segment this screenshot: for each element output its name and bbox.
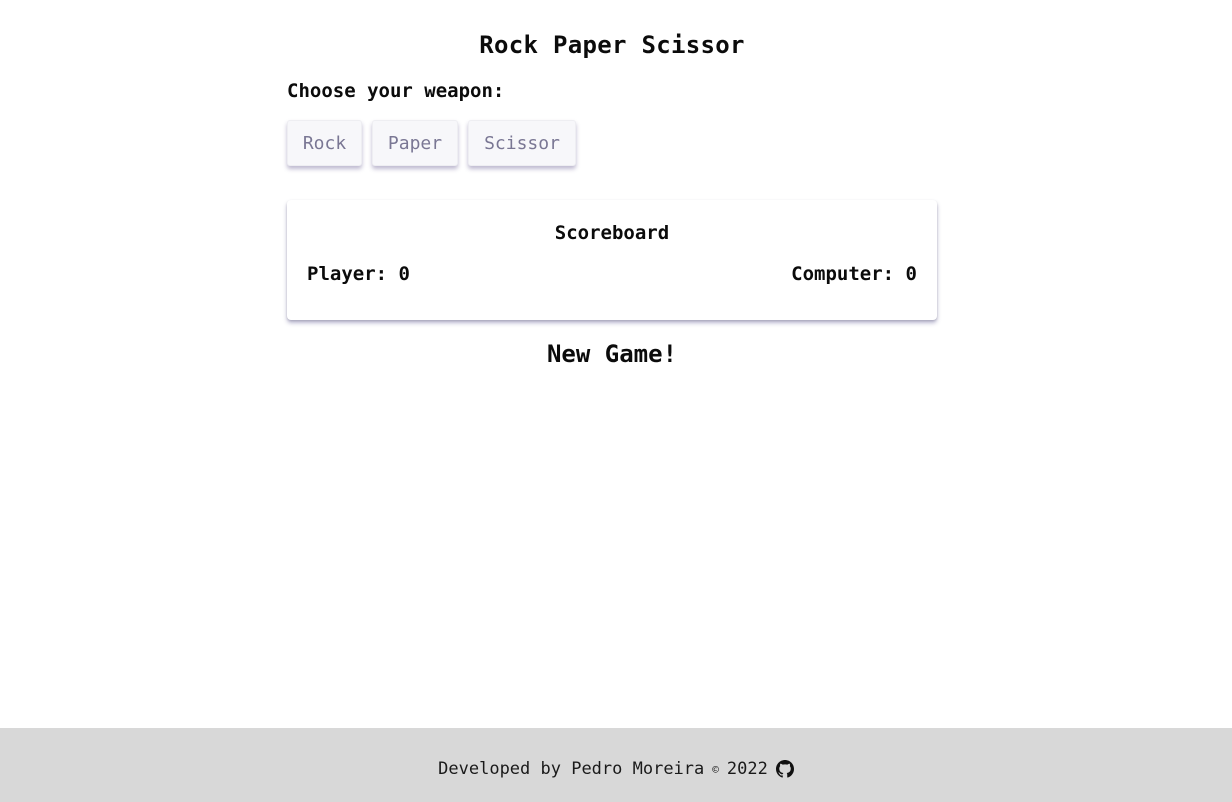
scoreboard-title: Scoreboard xyxy=(554,222,670,244)
github-icon-svg xyxy=(775,760,794,778)
scissor-button[interactable]: Scissor xyxy=(468,120,576,166)
footer-content: Developed by Pedro Moreira © 2022 xyxy=(0,759,1232,779)
scoreboard: Scoreboard Player: 0 Computer: 0 xyxy=(287,200,937,320)
page-title: Rock Paper Scissor xyxy=(479,31,745,59)
computer-score: Computer: 0 xyxy=(791,263,917,285)
developer-credit: Developed by Pedro Moreira xyxy=(438,759,705,779)
new-game-button[interactable]: New Game! xyxy=(287,340,937,368)
copyright-symbol: © xyxy=(712,762,719,776)
footer: Developed by Pedro Moreira © 2022 xyxy=(0,728,1232,802)
copyright-year: 2022 xyxy=(726,759,768,779)
player-score: Player: 0 xyxy=(307,263,410,285)
github-icon[interactable] xyxy=(775,760,794,778)
paper-button[interactable]: Paper xyxy=(372,120,458,166)
page: Rock Paper Scissor Choose your weapon: R… xyxy=(0,0,1232,802)
weapon-prompt: Choose your weapon: xyxy=(287,80,505,102)
rock-button[interactable]: Rock xyxy=(287,120,362,166)
weapon-buttons: Rock Paper Scissor xyxy=(287,120,576,168)
